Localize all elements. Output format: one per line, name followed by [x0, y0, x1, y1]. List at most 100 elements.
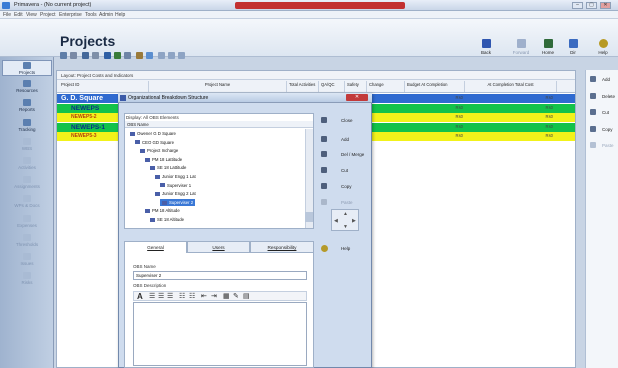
dialog-cut-button[interactable]: Cut	[318, 165, 368, 176]
nav-activities[interactable]: Activities	[2, 156, 52, 172]
nav-projects[interactable]: Projects	[2, 60, 52, 76]
column-qaqc[interactable]: QA/QC	[319, 81, 345, 92]
obs-tree-node[interactable]: Superviser 1	[160, 182, 191, 189]
nav-assignments[interactable]: Assignments	[2, 175, 52, 191]
help-button[interactable]: Help	[592, 39, 614, 55]
cut-button[interactable]: Cut	[587, 105, 618, 119]
zoom-fit-icon[interactable]	[178, 52, 185, 59]
obs-tree-node[interactable]: SE 18 Altitude	[150, 216, 184, 223]
tab-general[interactable]: General	[124, 241, 187, 253]
column-safety[interactable]: Safety	[345, 81, 367, 92]
dialog-delete-merge-button[interactable]: Del / Merge	[318, 149, 368, 160]
obs-node-label: Owener G D Square	[137, 131, 176, 136]
nav-resources[interactable]: Resources	[2, 79, 52, 95]
table-icon[interactable]: ▤	[243, 292, 250, 300]
delete-button[interactable]: Delete	[587, 89, 618, 103]
table-icon[interactable]	[124, 52, 131, 59]
column-project-id[interactable]: Project ID	[59, 81, 149, 92]
home-button[interactable]: Home	[537, 39, 559, 55]
arrow-right-icon[interactable]: ▶	[352, 218, 356, 224]
column-total-activities[interactable]: Total Activities	[287, 81, 319, 92]
paste-button[interactable]: Paste	[587, 138, 618, 152]
nav-wps-docs[interactable]: WPs & Docs	[2, 194, 52, 210]
tab-users[interactable]: Users	[187, 241, 250, 253]
directory-button[interactable]: Dir	[562, 39, 584, 55]
tree-scroll-thumb[interactable]	[305, 212, 313, 222]
align-center-icon[interactable]: ☰	[158, 292, 164, 300]
menu-enterprise[interactable]: Enterprise	[59, 12, 82, 18]
nav-tracking[interactable]: Tracking	[2, 118, 52, 134]
indent-increase-icon[interactable]: ⇥	[211, 292, 217, 300]
obs-tree-node[interactable]: PM 18 Altitude	[145, 207, 180, 214]
filter-icon[interactable]	[70, 52, 77, 59]
display-filter[interactable]: Display: All OBS Elements	[126, 115, 179, 120]
layout-icon[interactable]	[60, 52, 67, 59]
obs-description-editor[interactable]	[133, 302, 307, 366]
arrow-left-icon[interactable]: ◀	[334, 218, 338, 224]
nav-icon	[23, 137, 31, 145]
menu-edit[interactable]: Edit	[14, 12, 23, 18]
arrow-down-icon[interactable]: ▼	[343, 224, 348, 230]
obs-tree-node[interactable]: Junior Engg 2 Lat	[155, 190, 196, 197]
columns-icon[interactable]	[92, 52, 99, 59]
arrow-up-icon[interactable]: ▲	[343, 211, 348, 217]
dialog-close-button[interactable]: Close	[318, 115, 368, 126]
nav-thresholds[interactable]: Thresholds	[2, 233, 52, 249]
copy-button[interactable]: Copy	[587, 122, 618, 136]
pen-icon[interactable]: ✎	[233, 292, 239, 300]
menu-project[interactable]: Project	[40, 12, 56, 18]
dialog-help-button[interactable]: Help	[318, 243, 368, 254]
back-button[interactable]: Back	[475, 39, 497, 55]
nav-issues[interactable]: Issues	[2, 252, 52, 268]
obs-node-label: Superviser 1	[167, 182, 192, 188]
dialog-close-icon[interactable]: ✕	[346, 94, 368, 101]
obs-tree-node[interactable]: Junior Engg 1 Lat	[155, 173, 196, 180]
menu-tools[interactable]: Tools	[85, 12, 97, 18]
zoom-out-icon[interactable]	[168, 52, 175, 59]
column-budget-at-completion[interactable]: Budget At Completion	[405, 81, 465, 92]
move-arrows[interactable]: ▲ ◀ ▶ ▼	[331, 209, 359, 231]
obs-name-header[interactable]: OBS Name	[125, 121, 313, 128]
menu-file[interactable]: File	[3, 12, 11, 18]
font-icon[interactable]: A	[137, 292, 143, 301]
menu-admin[interactable]: Admin	[99, 12, 113, 18]
nav-risks[interactable]: Risks	[2, 271, 52, 287]
minimize-button[interactable]: –	[572, 2, 583, 9]
menu-view[interactable]: View	[26, 12, 37, 18]
add-button[interactable]: Add	[587, 72, 618, 86]
column-project-name[interactable]: Project Name	[149, 81, 287, 92]
dialog-copy-button[interactable]: Copy	[318, 181, 368, 192]
obs-name-field[interactable]: Superviser 2	[133, 271, 307, 280]
zoom-in-icon[interactable]	[158, 52, 165, 59]
column-change[interactable]: Change	[367, 81, 405, 92]
obs-tree-node[interactable]: SE 18 Lattitude	[150, 164, 186, 171]
close-window-button[interactable]: ✕	[600, 2, 611, 9]
obs-tree-node[interactable]: Project Incharge	[140, 147, 178, 154]
column-at-completion-total-cost[interactable]: At Completion Total Cost	[465, 81, 557, 92]
maximize-button[interactable]: ▢	[586, 2, 597, 9]
obs-tree-node[interactable]: PM 18 Lattitude	[145, 156, 182, 163]
nav-expenses[interactable]: Expenses	[2, 214, 52, 230]
bullets-icon[interactable]: ☷	[179, 292, 185, 300]
bars-icon[interactable]	[104, 52, 111, 59]
indent-decrease-icon[interactable]: ⇤	[201, 292, 207, 300]
nav-wbs[interactable]: WBS	[2, 137, 52, 153]
image-icon[interactable]: ▦	[223, 292, 230, 300]
sort-icon[interactable]	[136, 52, 143, 59]
forward-button[interactable]: Forward	[510, 39, 532, 55]
find-icon[interactable]	[146, 52, 153, 59]
align-left-icon[interactable]: ☰	[149, 292, 155, 300]
align-right-icon[interactable]: ☰	[167, 292, 173, 300]
group-icon[interactable]	[82, 52, 89, 59]
dialog-paste-button[interactable]: Paste	[318, 197, 368, 208]
obs-tree-node[interactable]: Superviser 2	[160, 198, 196, 206]
obs-tree-node[interactable]: CEO GD Square	[135, 139, 174, 146]
dialog-add-button[interactable]: Add	[318, 134, 368, 145]
nav-reports[interactable]: Reports	[2, 98, 52, 114]
obs-tree-node[interactable]: Owener G D Square	[130, 130, 176, 137]
layout-label[interactable]: Layout: Project Costs and Indicators	[57, 71, 575, 80]
menu-help[interactable]: Help	[115, 12, 125, 18]
tab-responsibility[interactable]: Responsibility	[250, 241, 314, 253]
numbering-icon[interactable]: ☷	[189, 292, 195, 300]
chart-icon[interactable]	[114, 52, 121, 59]
